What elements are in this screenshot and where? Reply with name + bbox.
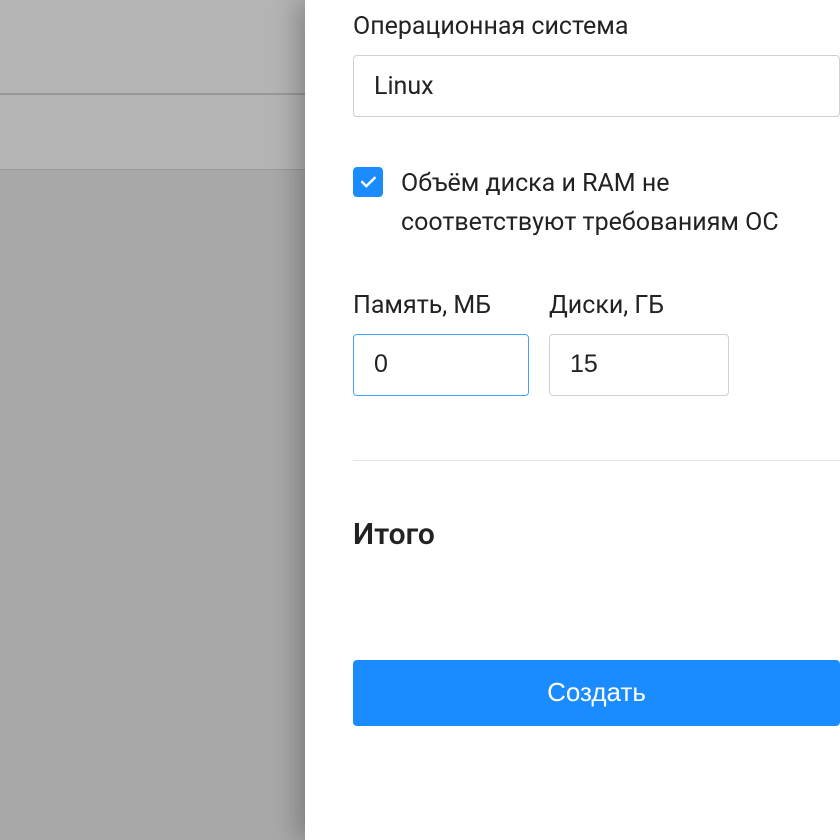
disk-ram-warning-row: Объём диска и RAM не соответствуют требо… (353, 165, 840, 243)
resource-inputs: Память, МБ Диски, (353, 291, 840, 396)
create-button[interactable]: Создать (353, 660, 840, 726)
memory-col: Память, МБ (353, 291, 529, 396)
total-label: Итого (353, 517, 840, 552)
create-panel: Операционная система Linux Объём диска и… (305, 0, 840, 840)
os-select[interactable]: Linux (353, 55, 840, 117)
divider (353, 460, 840, 461)
create-button-label: Создать (547, 677, 646, 708)
disk-input[interactable] (549, 334, 729, 396)
memory-input[interactable] (354, 335, 529, 395)
check-icon (358, 172, 378, 192)
os-selected-value: Linux (374, 72, 434, 101)
memory-label: Память, МБ (353, 291, 529, 320)
disk-ram-warning-checkbox[interactable] (353, 167, 383, 197)
modal-backdrop (0, 0, 305, 840)
os-label: Операционная система (353, 12, 840, 41)
disk-col: Диски, ГБ (549, 291, 729, 396)
memory-stepper (353, 334, 529, 396)
backdrop-row (0, 0, 305, 94)
backdrop-row (0, 94, 305, 170)
disk-ram-warning-label: Объём диска и RAM не соответствуют требо… (401, 165, 840, 243)
disk-label: Диски, ГБ (549, 291, 729, 320)
